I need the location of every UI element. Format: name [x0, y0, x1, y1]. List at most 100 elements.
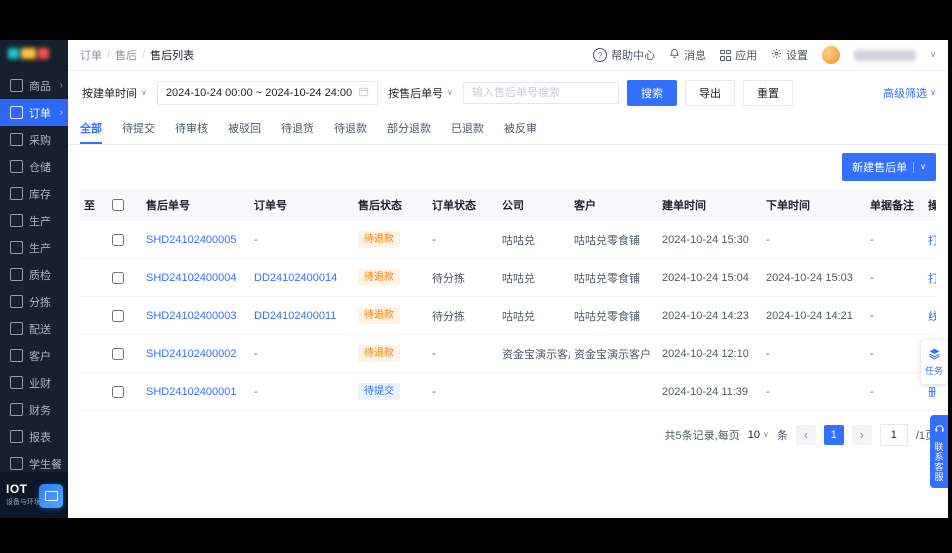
action-delete-link[interactable]: 删除: [928, 387, 936, 399]
table-row: SHD24102400003 DD24102400011 待退款 待分拣 咕咕兑 咕咕兑零…: [80, 296, 936, 335]
sidebar-item-biz-finance[interactable]: 业财: [0, 369, 68, 396]
column-header-actions: 操作: [924, 189, 936, 221]
sidebar-item-warehouse[interactable]: 仓储: [0, 153, 68, 180]
aftersale-no-link[interactable]: SHD24102400003: [146, 310, 237, 322]
apps-button[interactable]: 应用: [720, 47, 757, 63]
iot-device-icon[interactable]: [39, 484, 63, 508]
sidebar-item-label: 配送: [29, 323, 51, 336]
production-icon: [10, 214, 23, 227]
prev-page-button[interactable]: ‹: [795, 425, 816, 445]
customer-cell: 咕咕兑零食铺: [570, 296, 658, 335]
breadcrumb-orders[interactable]: 订单: [80, 47, 102, 63]
breadcrumb-aftersale[interactable]: 售后: [115, 47, 137, 63]
aftersale-no-link[interactable]: SHD24102400002: [146, 348, 237, 360]
row-checkbox[interactable]: [112, 233, 124, 246]
tab-rejected[interactable]: 被驳回: [228, 113, 261, 144]
row-expand-cell: [80, 334, 108, 373]
search-field-select[interactable]: 按售后单号 ∨: [386, 81, 455, 105]
sidebar-item-production[interactable]: 生产: [0, 207, 68, 234]
status-badge: 待退款: [358, 231, 400, 248]
sidebar-item-goods[interactable]: 商品 ›: [0, 72, 68, 99]
sidebar-item-finance[interactable]: 财务: [0, 396, 68, 423]
sidebar-item-orders[interactable]: 订单 ›: [0, 99, 68, 126]
iot-subtitle: 设备与环境: [6, 498, 41, 506]
select-all-checkbox[interactable]: [112, 199, 124, 212]
tab-partial-refund[interactable]: 部分退款: [387, 113, 431, 144]
tab-pending-audit[interactable]: 待审核: [175, 113, 208, 144]
page-1-button[interactable]: 1: [823, 425, 844, 445]
question-circle-icon: ?: [593, 48, 608, 62]
order-time-cell: -: [762, 334, 866, 373]
create-time-cell: 2024-10-24 11:39: [658, 372, 762, 411]
advanced-filter-link[interactable]: 高级筛选 ∨: [883, 85, 936, 101]
avatar[interactable]: [822, 46, 841, 64]
tab-pending-return[interactable]: 待退货: [281, 113, 314, 144]
create-time-cell: 2024-10-24 14:23: [658, 296, 762, 335]
new-aftersale-button[interactable]: 新建售后单 ∨: [842, 153, 936, 181]
status-badge: 待退款: [358, 345, 400, 362]
chevron-down-icon: ∨: [141, 88, 147, 97]
action-print-link[interactable]: 打印: [928, 273, 936, 285]
order-no-link[interactable]: DD24102400014: [254, 272, 337, 284]
search-button[interactable]: 搜索: [626, 80, 677, 106]
tab-pending-refund[interactable]: 待退款: [334, 113, 367, 144]
finance-icon: [10, 403, 23, 416]
sidebar-item-quality[interactable]: 质检: [0, 261, 68, 288]
tab-pending-submit[interactable]: 待提交: [122, 113, 155, 144]
order-no-link[interactable]: DD24102400011: [254, 310, 336, 322]
customer-service-widget[interactable]: 联系客服: [930, 415, 948, 488]
sidebar-item-label: 质检: [29, 269, 51, 282]
order-time-cell: -: [762, 372, 866, 411]
action-print-link[interactable]: 打印: [928, 235, 936, 247]
tab-refunded[interactable]: 已退款: [451, 113, 484, 144]
chevron-right-icon: ›: [59, 80, 63, 91]
aftersale-no-link[interactable]: SHD24102400005: [146, 234, 237, 246]
sidebar-item-reports[interactable]: 报表: [0, 423, 68, 450]
tab-all[interactable]: 全部: [80, 113, 102, 144]
export-button[interactable]: 导出: [684, 80, 735, 106]
next-page-button[interactable]: ›: [851, 425, 872, 445]
remark-cell: -: [866, 221, 924, 259]
task-widget[interactable]: 任务: [921, 340, 947, 384]
page-size-value: 10: [747, 429, 760, 441]
sidebar-item-production-2[interactable]: 生产: [0, 234, 68, 261]
time-field-select[interactable]: 按建单时间 ∨: [80, 81, 149, 105]
sidebar-item-delivery[interactable]: 配送: [0, 315, 68, 342]
row-checkbox[interactable]: [112, 309, 124, 322]
order-status-cell: -: [428, 221, 498, 259]
breadcrumb-current: 售后列表: [150, 50, 195, 62]
aftersale-no-link[interactable]: SHD24102400001: [146, 386, 237, 398]
aftersale-no-link[interactable]: SHD24102400004: [146, 272, 237, 284]
order-no-cell: DD24102400011: [250, 296, 354, 335]
page-jump-input[interactable]: 1: [879, 424, 908, 446]
expand-all-header[interactable]: 至: [80, 189, 108, 221]
chevron-down-icon: ∨: [920, 162, 926, 171]
breadcrumb-separator: /: [142, 49, 146, 61]
row-checkbox[interactable]: [112, 271, 124, 284]
sidebar-item-label: 分拣: [29, 296, 51, 309]
sidebar-item-purchase[interactable]: 采购: [0, 126, 68, 153]
messages-button[interactable]: 消息: [669, 47, 706, 63]
tab-re-audit[interactable]: 被反审: [504, 113, 537, 144]
settings-label: 设置: [786, 50, 809, 62]
order-status-cell: 待分拣: [428, 258, 498, 297]
sidebar-item-customers[interactable]: 客户: [0, 342, 68, 369]
reset-button[interactable]: 重置: [742, 80, 793, 106]
row-checkbox[interactable]: [112, 347, 124, 360]
row-checkbox[interactable]: [112, 385, 124, 398]
row-check-cell: [108, 334, 142, 373]
sidebar-item-sorting[interactable]: 分拣: [0, 288, 68, 315]
date-range-picker[interactable]: 2024-10-24 00:00 ~ 2024-10-24 24:00: [156, 81, 379, 105]
page-size-select[interactable]: 10 ∨: [748, 429, 769, 441]
settings-button[interactable]: 设置: [771, 47, 808, 63]
chevron-down-icon[interactable]: ∨: [930, 51, 936, 59]
search-input[interactable]: [462, 82, 619, 104]
sidebar-item-inventory[interactable]: 库存: [0, 180, 68, 207]
breadcrumb: 订单 / 售后 / 售后列表: [80, 47, 194, 63]
action-online-refund-link[interactable]: 线上退款: [928, 311, 936, 323]
order-status-cell: -: [428, 334, 498, 373]
company-cell: 咕咕兑: [498, 221, 570, 259]
row-expand-cell: [80, 296, 108, 335]
help-center-button[interactable]: ? 帮助中心: [593, 47, 655, 63]
sidebar-item-student-meal[interactable]: 学生餐: [0, 450, 68, 472]
